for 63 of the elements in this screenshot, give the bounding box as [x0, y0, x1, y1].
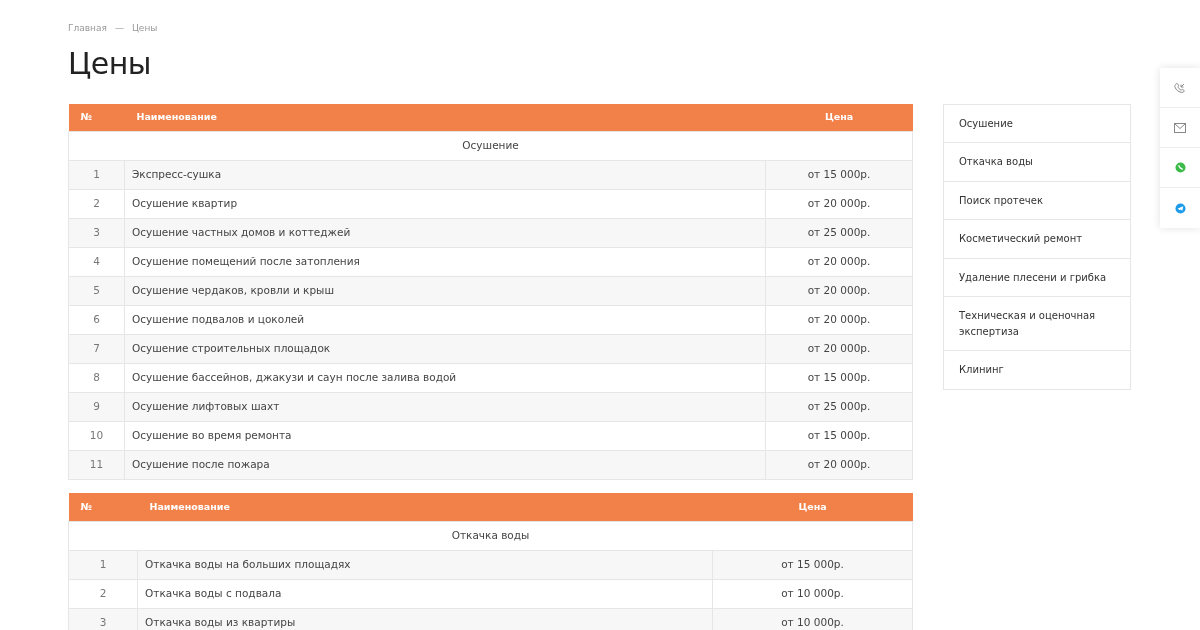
section-heading: Осушение	[68, 131, 913, 161]
section-heading: Откачка воды	[68, 521, 913, 550]
table-cell: 2	[68, 189, 125, 219]
table-cell: 6	[68, 305, 125, 335]
table-cell: 8	[68, 363, 125, 393]
column-header: Цена	[712, 493, 913, 521]
table-cell: 2	[68, 579, 138, 608]
menu-item[interactable]: Удаление плесени и грибка	[944, 258, 1130, 297]
envelope-icon[interactable]	[1174, 122, 1186, 133]
table-cell: Осушение помещений после затопления	[124, 247, 766, 277]
table-cell: Осушение частных домов и коттеджей	[124, 218, 766, 248]
table-cell: Осушение после пожара	[124, 450, 766, 480]
menu-item[interactable]: Осушение	[944, 104, 1130, 143]
menu-item[interactable]: Поиск протечек	[944, 181, 1130, 220]
table-cell: от 10 000р.	[712, 608, 913, 630]
table-cell: Осушение подвалов и цоколей	[124, 305, 766, 335]
table-cell: от 15 000р.	[765, 363, 913, 393]
table-cell: 1	[68, 550, 138, 579]
table-cell: от 25 000р.	[765, 218, 913, 248]
table-cell: Откачка воды на больших площадях	[137, 550, 713, 579]
table-cell: 10	[68, 421, 125, 451]
table-cell: от 20 000р.	[765, 247, 913, 277]
table-cell: от 20 000р.	[765, 189, 913, 219]
table-cell: Осушение чердаков, кровли и крыш	[124, 276, 766, 306]
column-header: Наименование	[137, 493, 713, 521]
phone-icon[interactable]	[1174, 81, 1186, 94]
table-cell: 9	[68, 392, 125, 422]
table-cell: Осушение во время ремонта	[124, 421, 766, 451]
table-cell: от 20 000р.	[765, 334, 913, 364]
paper-plane-icon[interactable]	[1174, 202, 1186, 214]
table-cell: 1	[68, 160, 125, 190]
chat-bubble-icon[interactable]	[1174, 162, 1186, 173]
table-cell: 4	[68, 247, 125, 277]
table-cell: Осушение квартир	[124, 189, 766, 219]
table-cell: Откачка воды из квартиры	[137, 608, 713, 630]
table-cell: 11	[68, 450, 125, 480]
menu-item[interactable]: Техническая и оценочная экспертиза	[944, 297, 1130, 351]
page-title: Цены	[68, 45, 153, 82]
column-header: Цена	[765, 103, 913, 132]
table-cell: 3	[68, 608, 138, 630]
table-cell: Осушение строительных площадок	[124, 334, 766, 364]
table-cell: Осушение лифтовых шахт	[124, 392, 766, 422]
column-header: №	[68, 103, 125, 132]
table-cell: от 20 000р.	[765, 276, 913, 306]
table-cell: от 20 000р.	[765, 305, 913, 335]
menu-item[interactable]: Откачка воды	[944, 143, 1130, 182]
table-cell: от 15 000р.	[765, 160, 913, 190]
table-cell: Экспресс-сушка	[124, 160, 766, 190]
table-cell: от 20 000р.	[765, 450, 913, 480]
menu-item[interactable]: Клининг	[944, 351, 1130, 389]
table-cell: от 10 000р.	[712, 579, 913, 608]
table-cell: Осушение бассейнов, джакузи и саун после залива водой	[124, 363, 766, 393]
table-cell: 5	[68, 276, 125, 306]
column-header: №	[68, 493, 138, 521]
table-cell: 3	[68, 218, 125, 248]
column-header: Наименование	[124, 103, 766, 132]
table-cell: Откачка воды с подвала	[137, 579, 713, 608]
table-cell: 7	[68, 334, 125, 364]
breadcrumb-separator: —	[114, 22, 124, 35]
table-cell: от 15 000р.	[765, 421, 913, 451]
menu-item[interactable]: Косметический ремонт	[944, 220, 1130, 259]
table-cell: от 25 000р.	[765, 392, 913, 422]
table-cell: от 15 000р.	[712, 550, 913, 579]
